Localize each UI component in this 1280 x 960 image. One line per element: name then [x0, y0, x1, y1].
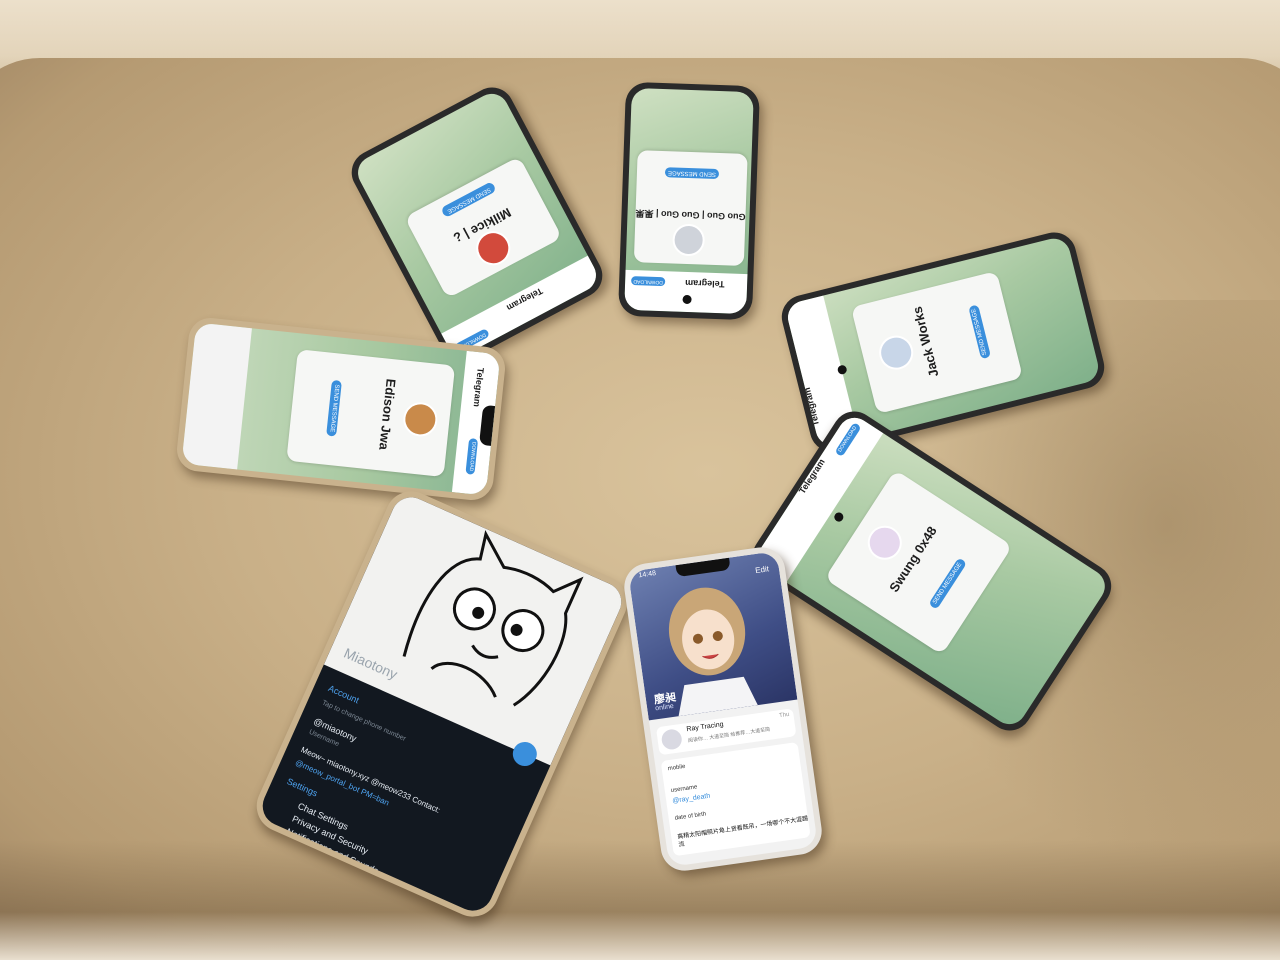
channel-name: Ray Tracing — [686, 721, 725, 734]
info-card: mobile username @ray_death date of birth… — [660, 741, 811, 857]
download-button[interactable]: DOWNLOAD — [465, 438, 479, 475]
profile-card: Jack Works SEND MESSAGE — [850, 270, 1024, 414]
send-message-button[interactable]: SEND MESSAGE — [326, 379, 342, 437]
phone-screen: Edison Jwa SEND MESSAGE Telegram DOWNLOA… — [181, 322, 501, 496]
contact-name: Jack Works — [909, 304, 942, 379]
browser-bar: Telegram DOWNLOAD — [624, 269, 748, 315]
download-button[interactable]: DOWNLOAD — [631, 276, 666, 287]
contact-name: Guo Guo | Guo Guo | 果果 — [635, 208, 746, 222]
birth-label: date of birth — [674, 811, 707, 822]
front-camera — [832, 510, 846, 524]
section-settings: Settings — [285, 776, 320, 799]
section-account: Account — [326, 683, 361, 706]
app-title: Telegram — [504, 285, 545, 314]
avatar — [672, 223, 706, 257]
avatar — [401, 400, 440, 439]
send-message-button[interactable]: SEND MESSAGE — [968, 304, 992, 360]
send-message-button[interactable]: SEND MESSAGE — [928, 557, 968, 610]
avatar — [861, 519, 909, 567]
phone-hint: Tap to change phone number — [320, 699, 407, 743]
phone-guoguo: Guo Guo | Guo Guo | 果果 SEND MESSAGE Tele… — [617, 81, 761, 321]
channel-day: Thu — [778, 711, 790, 720]
bio-text: 高精太阳帽照片角上贤看既吊，一场哪个不大涯踢流 — [677, 816, 809, 849]
channel-avatar — [660, 728, 684, 751]
profile-card: Swung 0x48 SEND MESSAGE — [824, 469, 1013, 655]
edit-button[interactable]: Edit — [755, 564, 770, 575]
profile-card: Edison Jwa SEND MESSAGE — [286, 349, 456, 478]
profile-card: Milkice | ¿ SEND MESSAGE — [404, 156, 563, 299]
contact-name: Edison Jwa — [376, 378, 399, 451]
username-value[interactable]: @ray_death — [672, 793, 711, 805]
download-button[interactable]: DOWNLOAD — [834, 422, 862, 458]
photo-scene: Milkice | ¿ SEND MESSAGE Telegram DOWNLO… — [0, 0, 1280, 960]
profile-card: Guo Guo | Guo Guo | 果果 SEND MESSAGE — [633, 150, 748, 266]
avatar — [875, 332, 917, 374]
phone-edisonjwa: Edison Jwa SEND MESSAGE Telegram DOWNLOA… — [174, 315, 508, 503]
app-title: Telegram — [684, 277, 725, 290]
send-message-button[interactable]: SEND MESSAGE — [664, 167, 720, 180]
phone-screen: Guo Guo | Guo Guo | 果果 SEND MESSAGE Tele… — [624, 87, 754, 315]
browser-bar — [181, 322, 252, 470]
app-title: Telegram — [471, 367, 486, 408]
bio-line-1: Meow~ miaotony.xyz @meow233 Contact: — [299, 745, 442, 815]
send-message-button[interactable]: SEND MESSAGE — [440, 181, 497, 219]
sofa-front-edge — [0, 840, 1280, 960]
username-label: username — [670, 784, 698, 795]
mobile-label: mobile — [667, 763, 686, 773]
